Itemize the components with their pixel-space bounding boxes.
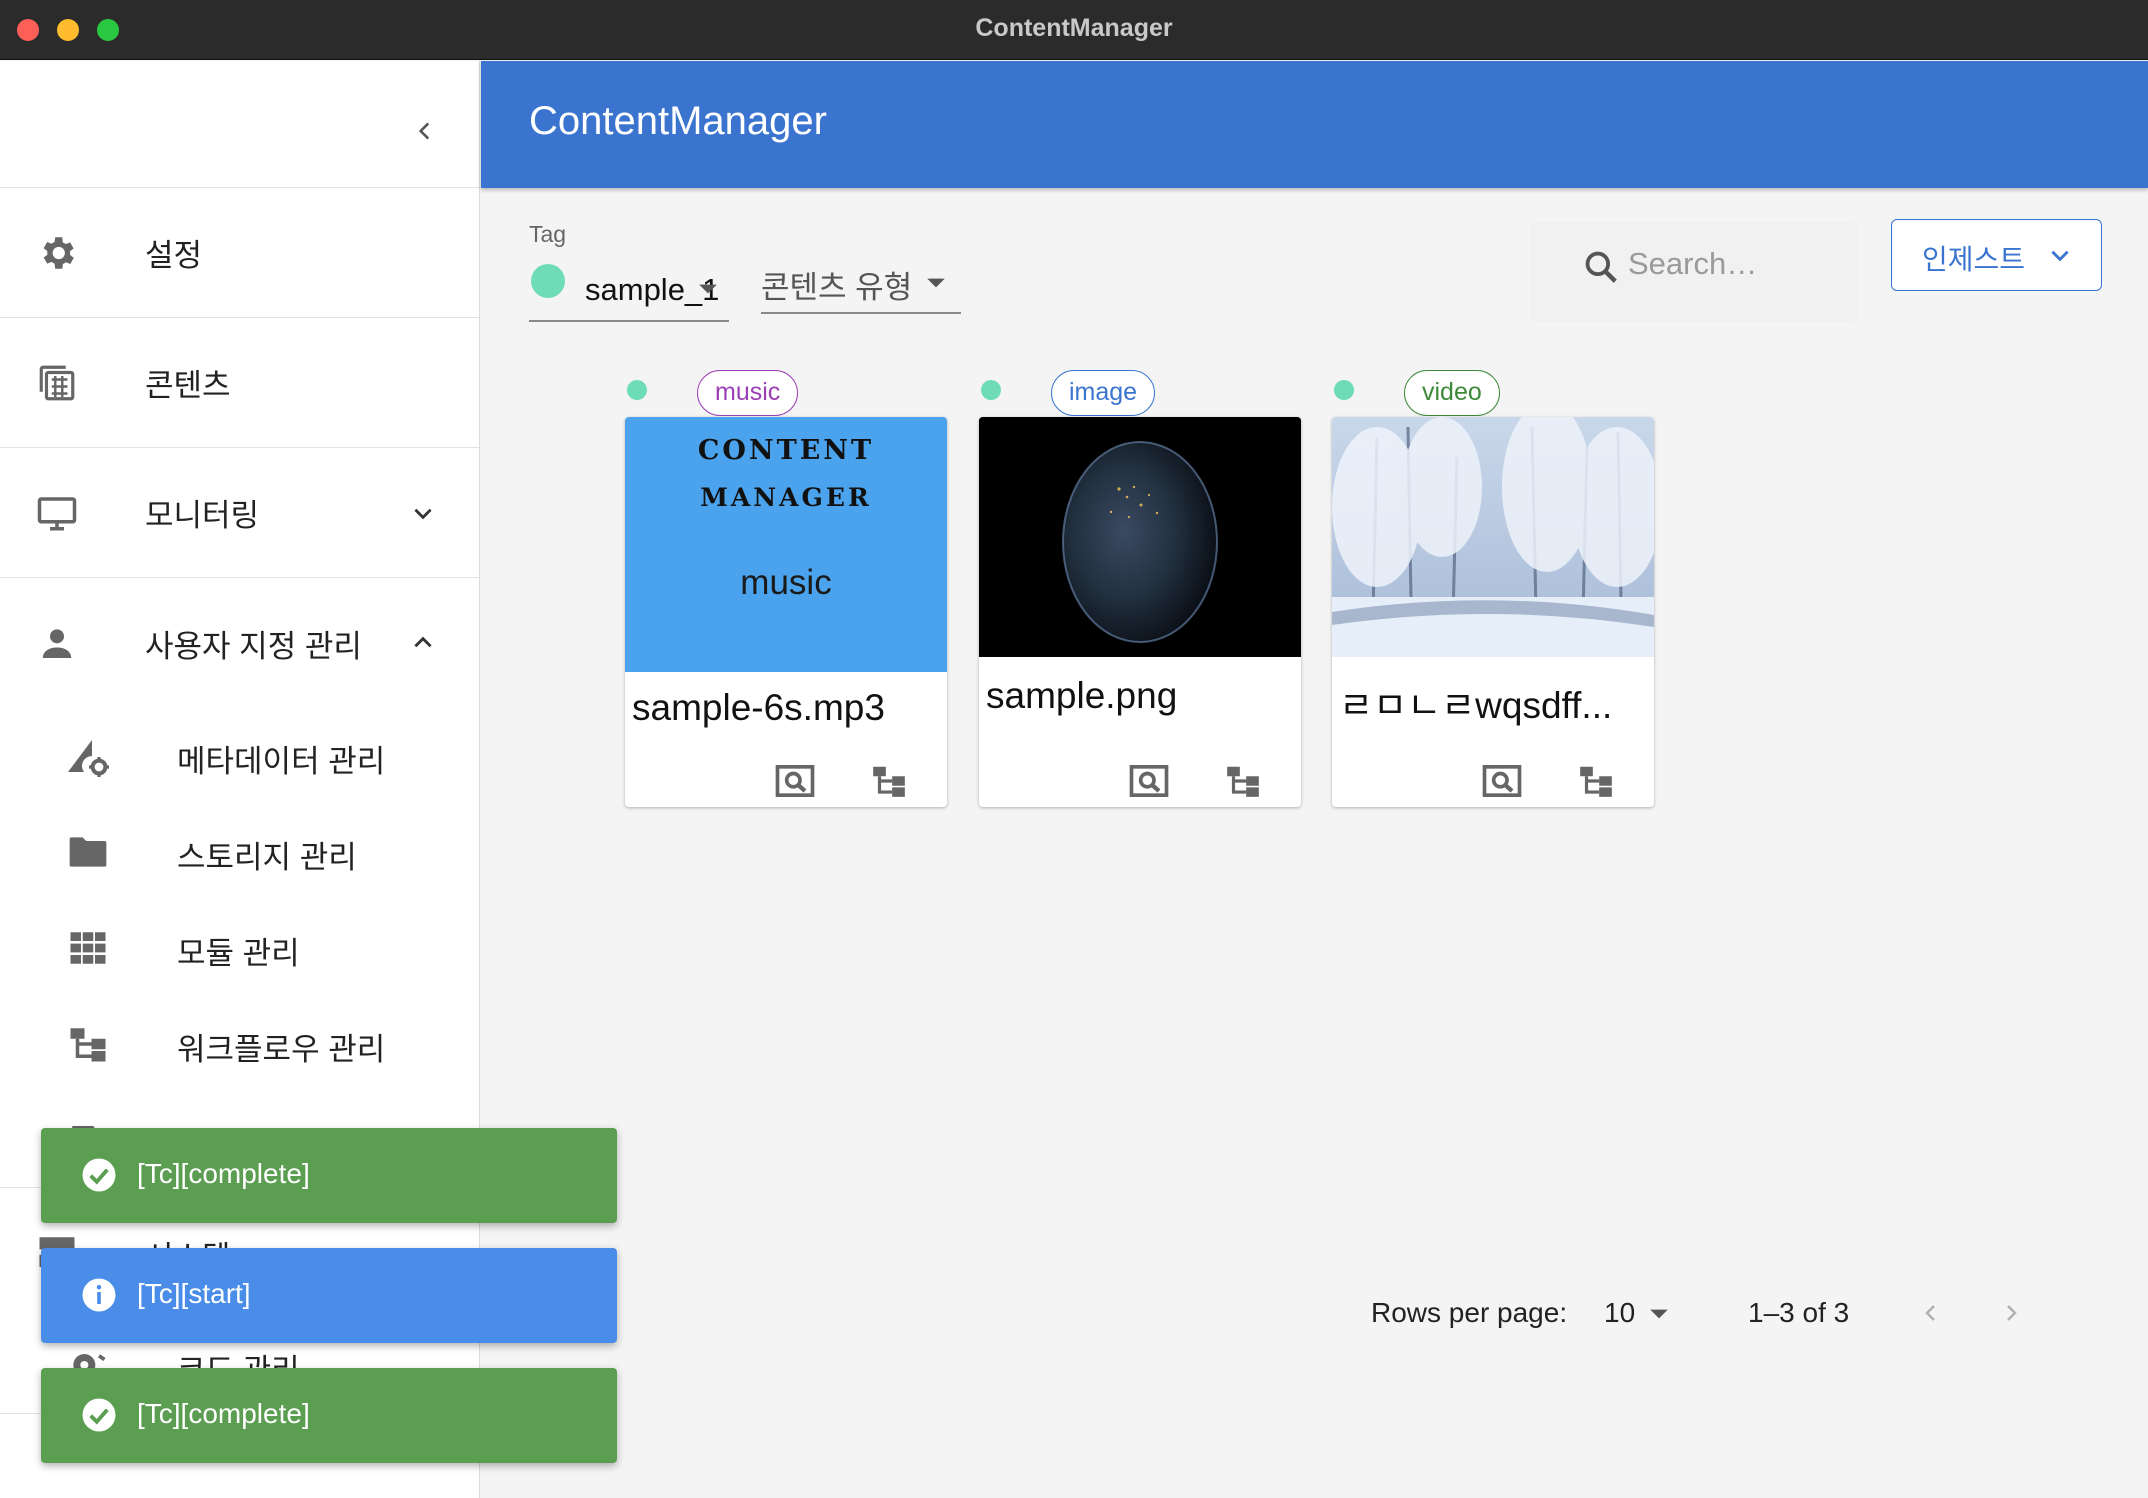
sidebar-group-custom-management: 사용자 지정 관리 메타데이터 관리 스토리지 관리 모듈 관리 워크플로우 관… <box>0 578 479 1163</box>
sidebar-header <box>0 61 479 188</box>
preview-button[interactable] <box>1127 762 1171 800</box>
status-dot <box>981 380 1001 400</box>
tag-select[interactable]: sample_1 <box>529 258 729 322</box>
music-thumbnail: CONTENT MANAGER music <box>625 417 947 672</box>
window-title: ContentManager <box>975 14 1173 42</box>
workflow-icon <box>1580 766 1612 797</box>
page-title: ContentManager <box>529 99 827 143</box>
content-card[interactable]: ㄹㅁㄴㄹwqsdff... <box>1332 417 1654 807</box>
preview-icon <box>775 765 815 797</box>
chevron-up-icon[interactable] <box>400 620 446 666</box>
search-box <box>1530 222 1858 322</box>
sidebar-subitem-metadata[interactable]: 메타데이터 관리 <box>0 708 479 804</box>
content-type-chip: music <box>697 370 799 416</box>
search-input[interactable] <box>1628 240 1838 288</box>
sidebar-item-content[interactable]: 콘텐츠 <box>0 318 479 448</box>
sidebar-item-label: 사용자 지정 관리 <box>145 628 362 664</box>
workflow-icon <box>873 766 905 797</box>
workflow-icon <box>1227 766 1259 797</box>
content-card[interactable]: sample.png <box>979 417 1301 807</box>
title-bar: ContentManager <box>0 0 2148 60</box>
tag-color-dot <box>531 264 565 298</box>
chevron-left-icon <box>1925 1305 1935 1321</box>
chevron-down-icon <box>2047 242 2073 275</box>
card-title: ㄹㅁㄴㄹwqsdff... <box>1339 685 1613 726</box>
module-grid-icon <box>64 924 112 972</box>
card-title: sample.png <box>986 675 1178 716</box>
sidebar-item-label: 콘텐츠 <box>145 368 231 403</box>
content-type-chip: image <box>1051 370 1156 416</box>
sidebar-item-label: 설정 <box>145 238 203 273</box>
ingest-button[interactable]: 인제스트 <box>1891 219 2102 291</box>
sidebar-subitem-storage[interactable]: 스토리지 관리 <box>0 804 479 900</box>
next-page-button[interactable] <box>1988 1290 2034 1336</box>
content-grid-icon <box>36 362 78 404</box>
chevron-left-icon <box>418 122 430 140</box>
thumbnail-text: CONTENT <box>697 435 875 466</box>
sidebar-item-label: 모니터링 <box>145 498 260 533</box>
content-type-placeholder: 콘텐츠 유형 <box>761 270 913 305</box>
sidebar-subitem-label: 메타데이터 관리 <box>177 744 386 779</box>
check-circle-icon <box>81 1157 117 1193</box>
workflow-icon <box>64 1020 112 1068</box>
ingest-button-label: 인제스트 <box>1922 244 2026 275</box>
workflow-button[interactable] <box>867 762 911 800</box>
thumbnail-text: MANAGER <box>700 483 872 512</box>
metadata-icon <box>64 732 112 780</box>
image-thumbnail <box>979 417 1301 657</box>
toast-notification[interactable]: [Tc][complete] <box>41 1128 617 1223</box>
status-dot <box>1334 380 1354 400</box>
monitor-icon <box>36 492 78 534</box>
sidebar-subitem-workflow[interactable]: 워크플로우 관리 <box>0 996 479 1092</box>
sidebar-item-custom-management[interactable]: 사용자 지정 관리 <box>0 578 479 708</box>
toast-notification[interactable]: [Tc][complete] <box>41 1368 617 1463</box>
content-type-select[interactable]: 콘텐츠 유형 <box>761 258 961 314</box>
content-card[interactable]: CONTENT MANAGER music sample-6s.mp3 <box>625 417 947 807</box>
sidebar-subitem-label: 워크플로우 관리 <box>177 1032 386 1067</box>
workflow-button[interactable] <box>1574 762 1618 800</box>
person-icon <box>36 622 78 664</box>
preview-icon <box>1129 765 1169 797</box>
caret-down-icon <box>925 276 947 295</box>
pagination-range: 1–3 of 3 <box>1748 1297 1850 1328</box>
thumbnail-text: music <box>740 563 832 602</box>
collapse-sidebar-button[interactable] <box>395 101 455 161</box>
preview-button[interactable] <box>773 762 817 800</box>
content-type-chip: video <box>1404 370 1500 416</box>
video-thumbnail <box>1332 417 1654 657</box>
toast-message: [Tc][complete] <box>137 1398 310 1429</box>
search-icon <box>1582 248 1620 291</box>
previous-page-button[interactable] <box>1908 1290 1954 1336</box>
app-bar: ContentManager <box>481 61 2148 188</box>
info-icon <box>81 1277 117 1313</box>
rows-per-page-select[interactable]: 10 <box>1604 1297 1635 1329</box>
caret-down-icon <box>697 282 719 301</box>
toast-message: [Tc][start] <box>137 1278 251 1309</box>
tag-filter-label: Tag <box>529 221 567 247</box>
rows-per-page-label: Rows per page: <box>1371 1297 1568 1328</box>
caret-down-icon <box>1648 1307 1670 1326</box>
preview-icon <box>1482 765 1522 797</box>
sidebar-subitem-module[interactable]: 모듈 관리 <box>0 900 479 996</box>
preview-button[interactable] <box>1480 762 1524 800</box>
sidebar-item-monitoring[interactable]: 모니터링 <box>0 448 479 578</box>
folder-icon <box>64 828 112 876</box>
card-title: sample-6s.mp3 <box>632 687 885 728</box>
sidebar-subitem-label: 스토리지 관리 <box>177 840 357 875</box>
gear-icon <box>36 232 78 274</box>
app-window: ContentManager 설정 콘텐츠 모니터링 사용자 지정 관리 메타데… <box>0 0 2148 1498</box>
toast-notification[interactable]: [Tc][start] <box>41 1248 617 1343</box>
workflow-button[interactable] <box>1221 762 1265 800</box>
sidebar-subitem-label: 모듈 관리 <box>177 936 300 971</box>
toast-message: [Tc][complete] <box>137 1158 310 1189</box>
sidebar-item-settings[interactable]: 설정 <box>0 188 479 318</box>
chevron-down-icon[interactable] <box>400 490 446 536</box>
chevron-right-icon <box>2007 1305 2017 1321</box>
check-circle-icon <box>81 1397 117 1433</box>
status-dot <box>627 380 647 400</box>
